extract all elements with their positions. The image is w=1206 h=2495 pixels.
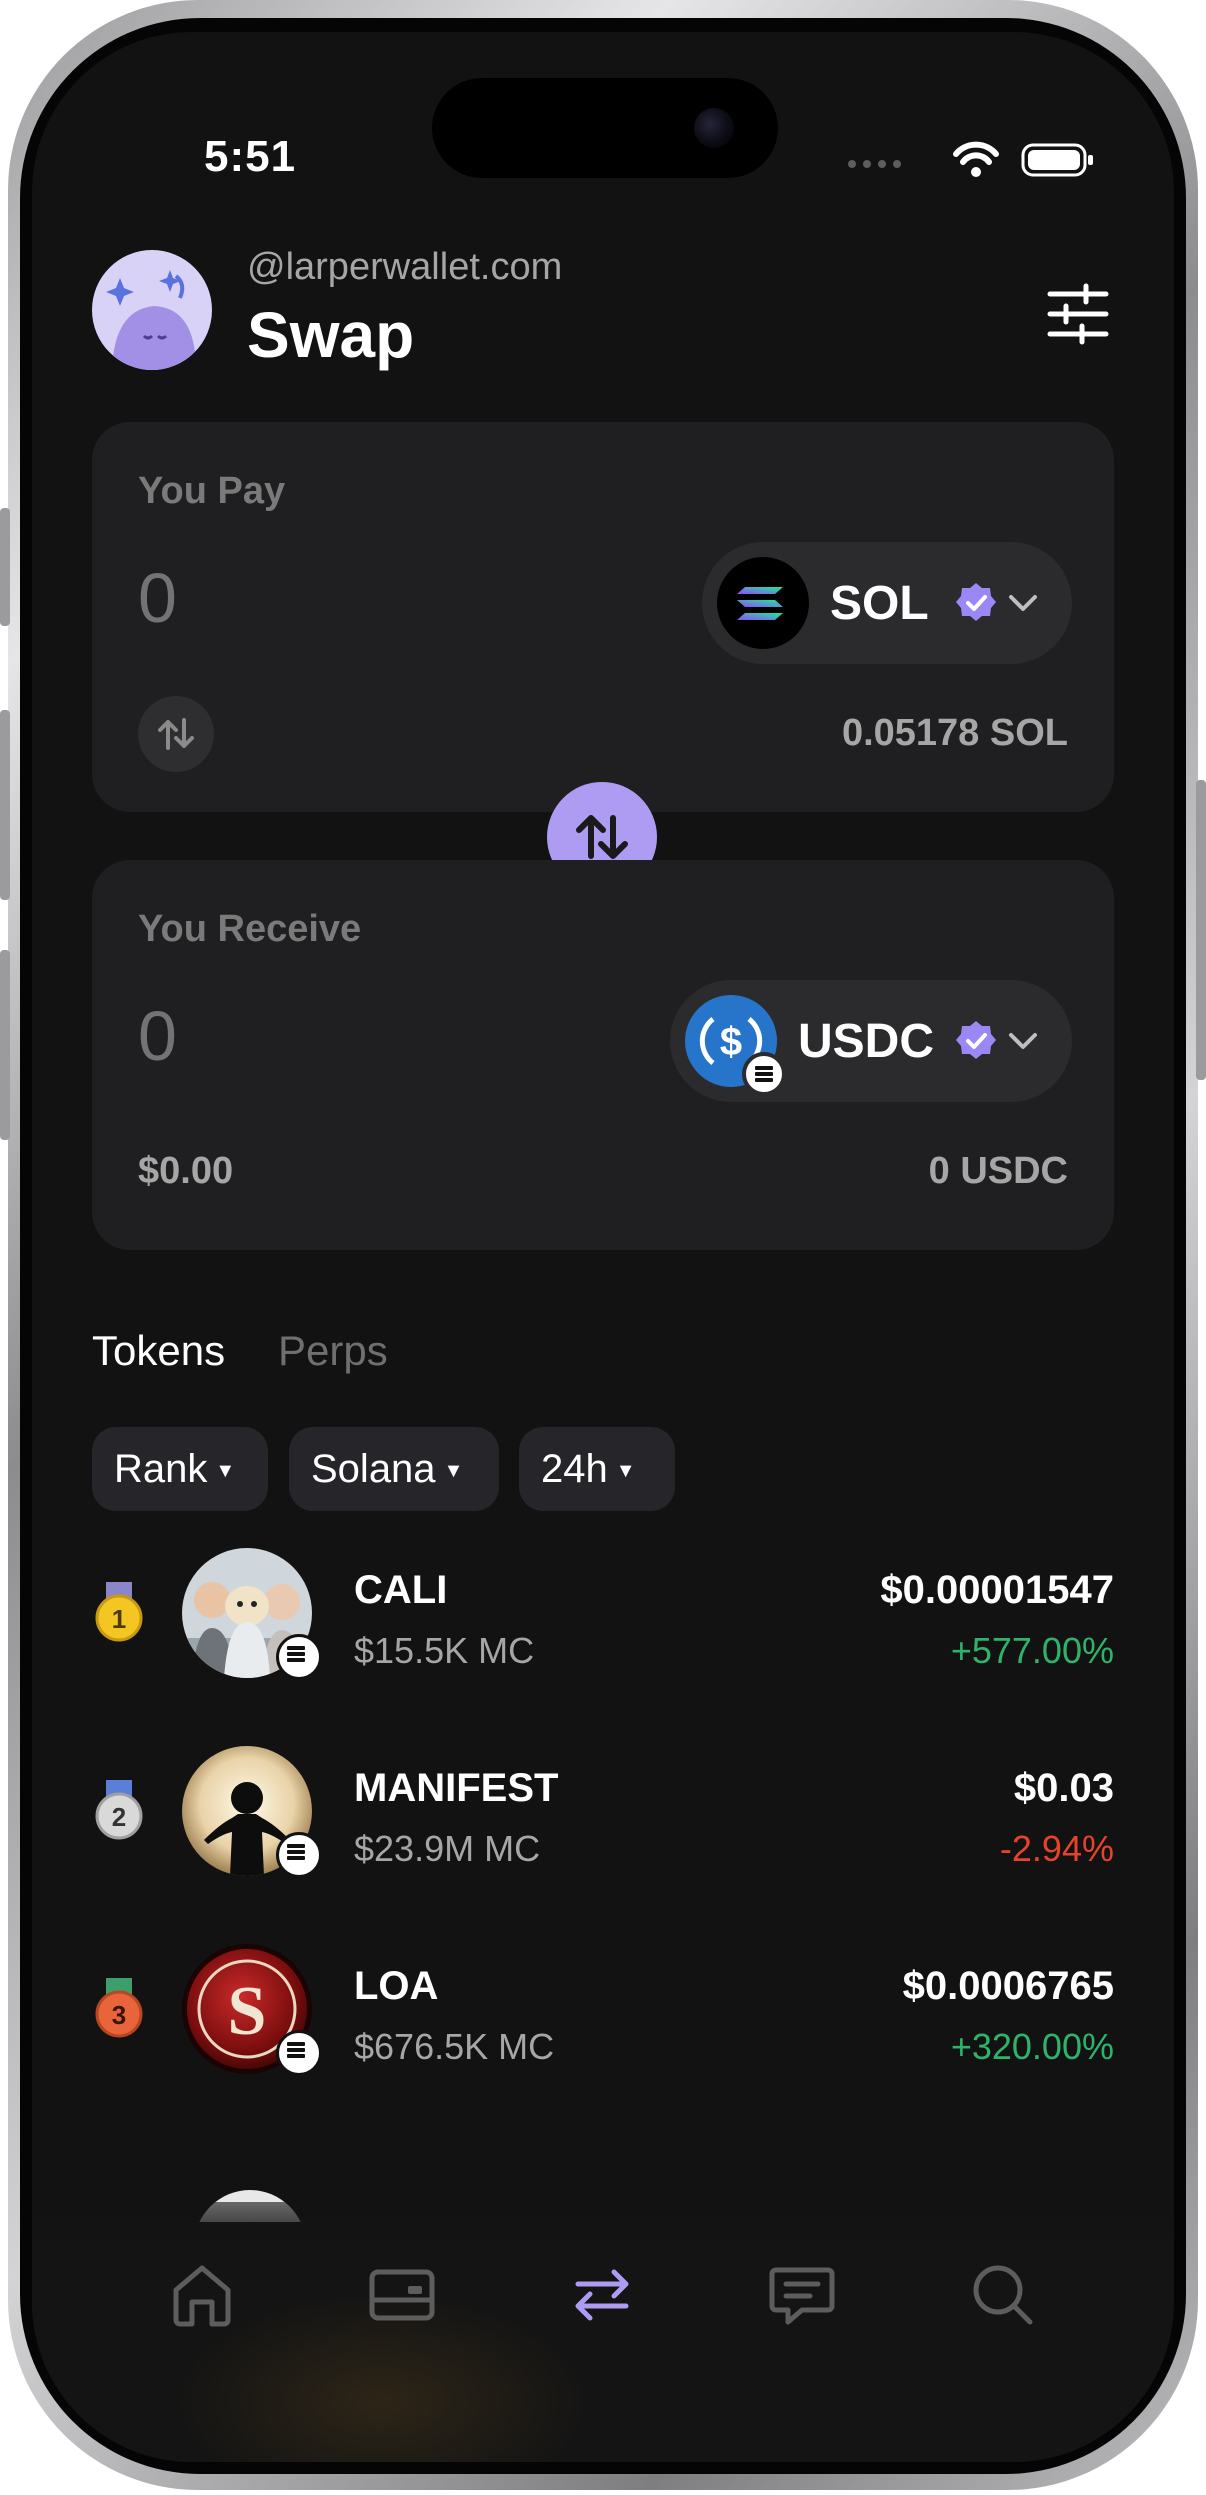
token-change: +320.00% bbox=[950, 2026, 1114, 2067]
tab-perps[interactable]: Perps bbox=[278, 1327, 388, 1375]
home-icon bbox=[173, 2265, 231, 2327]
pay-balance: 0.05178 SOL bbox=[841, 712, 1068, 754]
nav-messages[interactable] bbox=[762, 2254, 842, 2334]
token-change: +577.00% bbox=[950, 1630, 1114, 1671]
receive-amount-input[interactable]: 0 bbox=[138, 996, 177, 1076]
chevron-down-icon bbox=[1009, 1033, 1037, 1049]
rank-number: 1 bbox=[112, 1604, 126, 1634]
pay-token-symbol: SOL bbox=[830, 577, 929, 630]
caret-down-icon: ▼ bbox=[615, 1460, 636, 1483]
receive-token-selector[interactable]: $ USDC bbox=[670, 980, 1072, 1102]
swap-settings-button[interactable] bbox=[1042, 278, 1114, 350]
receive-card: You Receive 0 $ USDC $0.00 0 USDC bbox=[92, 860, 1114, 1250]
page-title: Swap bbox=[247, 299, 415, 371]
solana-chain-badge bbox=[742, 1052, 786, 1096]
power-button bbox=[1196, 780, 1206, 1080]
solana-chain-icon bbox=[755, 1066, 773, 1082]
sol-token-icon bbox=[717, 557, 809, 649]
solana-chain-icon bbox=[287, 1844, 305, 1860]
solana-chain-badge bbox=[276, 1832, 322, 1878]
avatar-icon bbox=[92, 250, 212, 370]
nav-wallet[interactable] bbox=[362, 2254, 442, 2334]
receive-balance: 0 USDC bbox=[928, 1150, 1068, 1192]
rank-number: 2 bbox=[112, 1802, 126, 1832]
receive-usd-value: $0.00 bbox=[138, 1150, 234, 1192]
avatar[interactable] bbox=[92, 250, 212, 370]
nav-home[interactable] bbox=[162, 2254, 242, 2334]
chain-filter[interactable]: Solana ▼ bbox=[289, 1427, 499, 1511]
wifi-icon bbox=[953, 141, 999, 177]
token-market-cap: $15.5K MC bbox=[354, 1630, 535, 1671]
timeframe-filter-label: 24h bbox=[541, 1447, 608, 1491]
rank-number: 3 bbox=[112, 2000, 126, 2030]
front-camera bbox=[694, 108, 734, 148]
solana-chain-icon bbox=[287, 2042, 305, 2058]
nav-search[interactable] bbox=[962, 2254, 1042, 2334]
solana-chain-badge bbox=[276, 1634, 322, 1680]
svg-text:$: $ bbox=[720, 1020, 742, 1064]
token-name: CALI bbox=[354, 1568, 448, 1612]
chain-filter-label: Solana bbox=[311, 1447, 436, 1491]
token-row[interactable]: 1 CALI $15.5K MC $0.00001547 +577.00% bbox=[32, 1530, 1174, 1690]
pay-label: You Pay bbox=[138, 470, 286, 512]
receive-token-symbol: USDC bbox=[798, 1015, 935, 1068]
tab-tokens[interactable]: Tokens bbox=[92, 1327, 225, 1375]
signal-icon bbox=[848, 141, 1093, 177]
toggle-input-mode-button[interactable] bbox=[138, 696, 214, 772]
chat-icon bbox=[769, 2267, 835, 2325]
rank-filter-label: Rank bbox=[114, 1447, 208, 1491]
wallet-handle: @larperwallet.com bbox=[247, 246, 563, 288]
token-market-cap: $676.5K MC bbox=[354, 2026, 555, 2067]
token-name: MANIFEST bbox=[354, 1766, 559, 1810]
action-button bbox=[0, 508, 10, 626]
caret-down-icon: ▼ bbox=[215, 1460, 236, 1483]
swap-vertical-icon bbox=[158, 718, 194, 750]
gold-medal-icon: 1 bbox=[95, 1582, 143, 1642]
receive-label: You Receive bbox=[138, 908, 362, 950]
pay-token-selector[interactable]: SOL bbox=[702, 542, 1072, 664]
wallet-card-icon bbox=[369, 2269, 435, 2321]
nav-swap[interactable] bbox=[562, 2254, 642, 2334]
token-row[interactable]: 3 S LOA $676.5K MC $0.0006765 +320.00% bbox=[32, 1926, 1174, 2086]
token-price: $0.00001547 bbox=[880, 1568, 1114, 1612]
token-name: LOA bbox=[354, 1964, 439, 2008]
timeframe-filter[interactable]: 24h ▼ bbox=[519, 1427, 675, 1511]
pay-card: You Pay 0 SOL 0.05178 SOL bbox=[92, 422, 1114, 812]
token-market-cap: $23.9M MC bbox=[354, 1828, 541, 1869]
verified-badge-icon bbox=[956, 1021, 996, 1059]
volume-up-button bbox=[0, 710, 10, 900]
battery-icon bbox=[1021, 143, 1093, 177]
dynamic-island bbox=[432, 78, 778, 178]
token-price: $0.03 bbox=[1013, 1766, 1114, 1810]
volume-down-button bbox=[0, 950, 10, 1140]
token-row[interactable]: 2 MANIFEST $23.9M MC $0.03 -2.94% bbox=[32, 1728, 1174, 1888]
verified-badge-icon bbox=[956, 583, 996, 621]
chevron-down-icon bbox=[1009, 595, 1037, 611]
swap-arrows-icon bbox=[575, 2269, 629, 2321]
solana-chain-badge bbox=[276, 2030, 322, 2076]
caret-down-icon: ▼ bbox=[443, 1460, 464, 1483]
bronze-medal-icon: 3 bbox=[95, 1978, 143, 2038]
sliders-icon bbox=[1047, 283, 1109, 345]
rank-filter[interactable]: Rank ▼ bbox=[92, 1427, 268, 1511]
solana-chain-icon bbox=[287, 1646, 305, 1662]
pay-amount-input[interactable]: 0 bbox=[138, 558, 177, 638]
status-icons bbox=[842, 138, 1102, 178]
token-price: $0.0006765 bbox=[902, 1964, 1114, 2008]
token-change: -2.94% bbox=[999, 1828, 1114, 1869]
search-icon bbox=[973, 2265, 1033, 2325]
svg-text:S: S bbox=[228, 1973, 267, 2050]
status-time: 5:51 bbox=[204, 132, 297, 181]
silver-medal-icon: 2 bbox=[95, 1780, 143, 1840]
screen: 5:51 @larperwallet.com Swap You Pay 0 SO… bbox=[32, 32, 1174, 2462]
